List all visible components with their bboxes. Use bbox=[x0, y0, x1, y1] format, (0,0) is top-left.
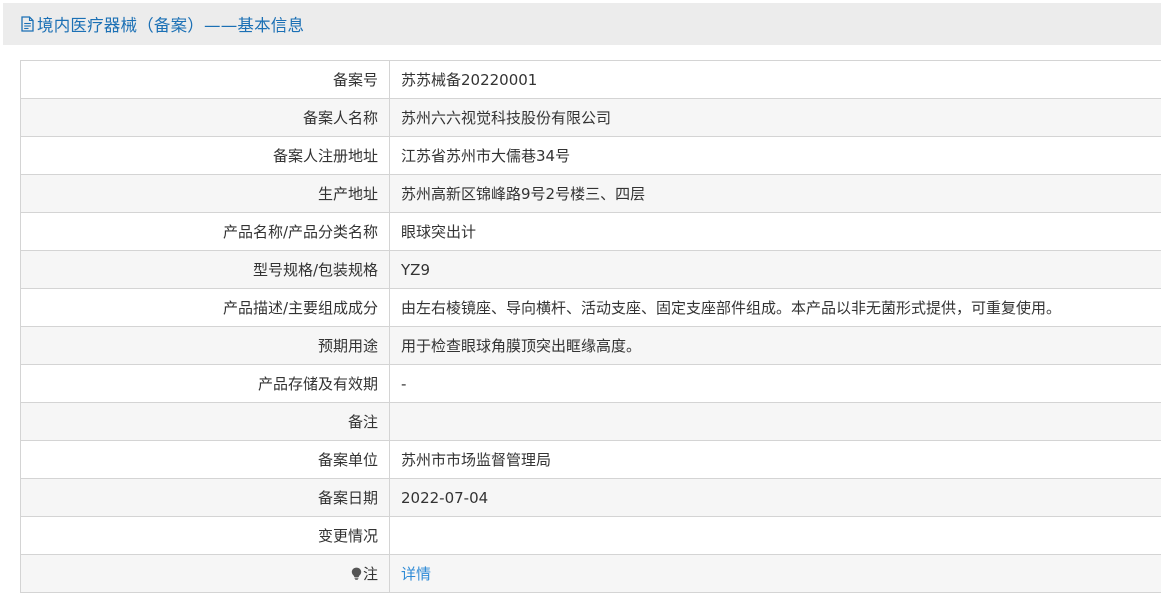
field-value: 用于检查眼球角膜顶突出眶缘高度。 bbox=[389, 326, 1161, 365]
field-label: 备注 bbox=[20, 402, 390, 441]
field-value: 苏州市市场监督管理局 bbox=[389, 440, 1161, 479]
table-row: 产品名称/产品分类名称 眼球突出计 bbox=[20, 212, 1161, 251]
info-table: 备案号 苏苏械备20220001 备案人名称 苏州六六视觉科技股份有限公司 备案… bbox=[20, 60, 1161, 593]
field-label: 备案单位 bbox=[20, 440, 390, 479]
field-label: 产品描述/主要组成成分 bbox=[20, 288, 390, 327]
table-row: 备案号 苏苏械备20220001 bbox=[20, 60, 1161, 99]
field-label: 产品名称/产品分类名称 bbox=[20, 212, 390, 251]
field-value bbox=[389, 516, 1161, 555]
lightbulb-icon bbox=[351, 567, 362, 580]
table-row-note: 注 详情 bbox=[20, 554, 1161, 593]
page-title: 境内医疗器械（备案）——基本信息 bbox=[37, 16, 305, 35]
field-label: 变更情况 bbox=[20, 516, 390, 555]
field-value bbox=[389, 402, 1161, 441]
details-link[interactable]: 详情 bbox=[401, 565, 431, 583]
table-row: 备案人名称 苏州六六视觉科技股份有限公司 bbox=[20, 98, 1161, 137]
field-label: 生产地址 bbox=[20, 174, 390, 213]
field-label: 备案日期 bbox=[20, 478, 390, 517]
field-value: 苏州六六视觉科技股份有限公司 bbox=[389, 98, 1161, 137]
field-value: 江苏省苏州市大儒巷34号 bbox=[389, 136, 1161, 175]
table-row: 变更情况 bbox=[20, 516, 1161, 555]
field-value: - bbox=[389, 364, 1161, 403]
field-label: 产品存储及有效期 bbox=[20, 364, 390, 403]
note-label: 注 bbox=[362, 565, 378, 583]
field-value: 由左右棱镜座、导向横杆、活动支座、固定支座部件组成。本产品以非无菌形式提供，可重… bbox=[389, 288, 1161, 327]
note-label-cell: 注 bbox=[20, 554, 390, 593]
field-value: 眼球突出计 bbox=[389, 212, 1161, 251]
table-row: 产品存储及有效期 - bbox=[20, 364, 1161, 403]
table-row: 备案人注册地址 江苏省苏州市大儒巷34号 bbox=[20, 136, 1161, 175]
field-value: 苏苏械备20220001 bbox=[389, 60, 1161, 99]
field-value: 苏州高新区锦峰路9号2号楼三、四层 bbox=[389, 174, 1161, 213]
table-row: 产品描述/主要组成成分 由左右棱镜座、导向横杆、活动支座、固定支座部件组成。本产… bbox=[20, 288, 1161, 327]
header-bar: 境内医疗器械（备案）——基本信息 bbox=[3, 3, 1161, 45]
table-row: 预期用途 用于检查眼球角膜顶突出眶缘高度。 bbox=[20, 326, 1161, 365]
field-label: 备案人名称 bbox=[20, 98, 390, 137]
field-label: 备案号 bbox=[20, 60, 390, 99]
note-value-cell: 详情 bbox=[389, 554, 1161, 593]
table-row: 型号规格/包装规格 YZ9 bbox=[20, 250, 1161, 289]
info-table-body: 备案号 苏苏械备20220001 备案人名称 苏州六六视觉科技股份有限公司 备案… bbox=[20, 60, 1161, 593]
page: 境内医疗器械（备案）——基本信息 备案号 苏苏械备20220001 备案人名称 … bbox=[0, 0, 1161, 605]
field-label: 预期用途 bbox=[20, 326, 390, 365]
field-label: 型号规格/包装规格 bbox=[20, 250, 390, 289]
table-row: 生产地址 苏州高新区锦峰路9号2号楼三、四层 bbox=[20, 174, 1161, 213]
field-value: 2022-07-04 bbox=[389, 478, 1161, 517]
document-icon bbox=[21, 16, 34, 32]
field-label: 备案人注册地址 bbox=[20, 136, 390, 175]
table-row: 备案日期 2022-07-04 bbox=[20, 478, 1161, 517]
field-value: YZ9 bbox=[389, 250, 1161, 289]
table-row: 备注 bbox=[20, 402, 1161, 441]
table-row: 备案单位 苏州市市场监督管理局 bbox=[20, 440, 1161, 479]
